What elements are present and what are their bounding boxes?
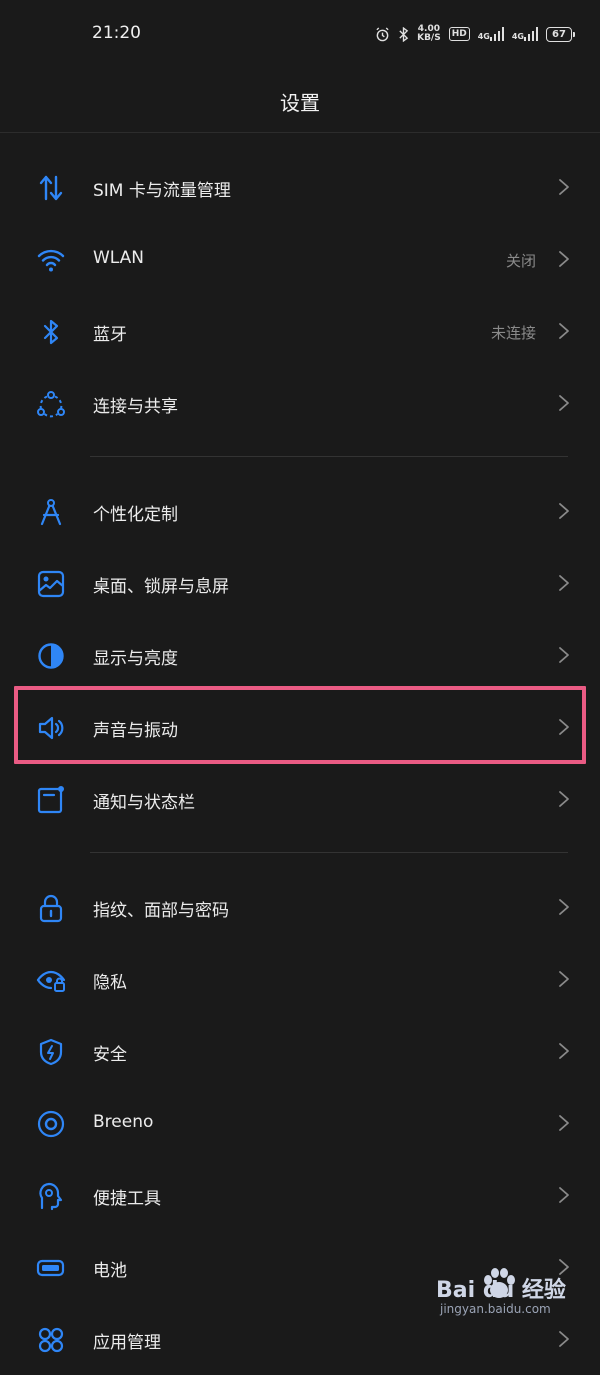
signal-1-icon bbox=[489, 27, 504, 41]
status-time: 21:20 bbox=[92, 23, 141, 43]
settings-row-label: 便捷工具 bbox=[93, 1189, 161, 1209]
signal-2: 4G bbox=[512, 27, 538, 41]
chevron-right-icon bbox=[558, 322, 570, 340]
chevron-right-icon bbox=[558, 250, 570, 268]
settings-row-value: 未连接 bbox=[490, 324, 536, 342]
settings-row-label: WLAN bbox=[93, 248, 145, 268]
status-bar: 21:20 4.00 KB/S HD 4G 4G 67 bbox=[0, 0, 600, 68]
settings-row[interactable]: WLAN 关闭 bbox=[0, 223, 600, 295]
settings-row-label: 安全 bbox=[93, 1045, 127, 1065]
connection-share-icon bbox=[36, 389, 66, 419]
signal-1-label: 4G bbox=[477, 32, 490, 41]
chevron-right-icon bbox=[558, 394, 570, 412]
settings-row[interactable]: 便捷工具 bbox=[0, 1159, 600, 1231]
compass-icon bbox=[36, 497, 66, 527]
status-icons: 4.00 KB/S HD 4G 4G 67 bbox=[375, 22, 575, 46]
settings-row-value: 关闭 bbox=[505, 252, 536, 270]
lock-icon bbox=[36, 893, 66, 923]
brightness-icon bbox=[36, 641, 66, 671]
settings-row[interactable]: 连接与共享 bbox=[0, 367, 600, 439]
apps-icon bbox=[36, 1325, 66, 1355]
settings-row-label: 显示与亮度 bbox=[93, 649, 178, 669]
network-speed-unit: KB/S bbox=[417, 33, 441, 43]
settings-row[interactable]: 蓝牙 未连接 bbox=[0, 295, 600, 367]
tools-icon bbox=[36, 1181, 66, 1211]
settings-row[interactable]: 桌面、锁屏与息屏 bbox=[0, 547, 600, 619]
divider bbox=[90, 852, 568, 853]
alarm-icon bbox=[375, 26, 390, 42]
signal-1: 4G bbox=[478, 27, 504, 41]
data-transfer-icon bbox=[36, 173, 66, 203]
network-speed: 4.00 KB/S bbox=[417, 25, 441, 43]
battery-icon bbox=[36, 1253, 66, 1283]
page-title: 设置 bbox=[280, 91, 320, 115]
settings-row[interactable]: 指纹、面部与密码 bbox=[0, 871, 600, 943]
settings-row[interactable]: 个性化定制 bbox=[0, 475, 600, 547]
settings-row-label: 应用管理 bbox=[93, 1333, 161, 1353]
chevron-right-icon bbox=[558, 178, 570, 196]
chevron-right-icon bbox=[558, 1330, 570, 1348]
chevron-right-icon bbox=[558, 898, 570, 916]
chevron-right-icon bbox=[558, 1042, 570, 1060]
chevron-right-icon bbox=[558, 790, 570, 808]
chevron-right-icon bbox=[558, 502, 570, 520]
settings-row[interactable]: 电池 bbox=[0, 1231, 600, 1303]
settings-row-label: 声音与振动 bbox=[93, 721, 178, 741]
divider bbox=[90, 456, 568, 457]
settings-row[interactable]: Breeno bbox=[0, 1087, 600, 1159]
settings-row-label: 连接与共享 bbox=[93, 397, 178, 417]
chevron-right-icon bbox=[558, 574, 570, 592]
settings-row[interactable]: SIM 卡与流量管理 bbox=[0, 151, 600, 223]
battery-status: 67 bbox=[546, 26, 575, 42]
signal-2-icon bbox=[524, 27, 538, 41]
settings-row[interactable]: 通知与状态栏 bbox=[0, 763, 600, 835]
wallpaper-icon bbox=[36, 569, 66, 599]
settings-row-label: 电池 bbox=[93, 1261, 127, 1281]
settings-row-label: 桌面、锁屏与息屏 bbox=[93, 577, 229, 597]
settings-row-label: Breeno bbox=[93, 1112, 154, 1132]
chevron-right-icon bbox=[558, 970, 570, 988]
settings-row[interactable]: 安全 bbox=[0, 1015, 600, 1087]
header: 设置 bbox=[0, 68, 600, 133]
hd-badge: HD bbox=[448, 27, 470, 41]
settings-row[interactable]: 声音与振动 bbox=[0, 691, 600, 763]
settings-row[interactable]: 显示与亮度 bbox=[0, 619, 600, 691]
settings-row-label: 个性化定制 bbox=[93, 505, 178, 525]
shield-icon bbox=[36, 1037, 66, 1067]
wifi-icon bbox=[36, 245, 66, 275]
bluetooth-status-icon bbox=[398, 26, 409, 42]
notification-icon bbox=[36, 785, 66, 815]
settings-row[interactable]: 隐私 bbox=[0, 943, 600, 1015]
bluetooth-icon bbox=[36, 317, 66, 347]
chevron-right-icon bbox=[558, 1114, 570, 1132]
speaker-icon bbox=[36, 713, 66, 743]
chevron-right-icon bbox=[558, 1258, 570, 1276]
settings-row-label: 隐私 bbox=[93, 973, 127, 993]
chevron-right-icon bbox=[558, 646, 570, 664]
privacy-eye-icon bbox=[36, 965, 66, 995]
settings-row-label: 蓝牙 bbox=[93, 325, 127, 345]
settings-row-label: SIM 卡与流量管理 bbox=[93, 181, 231, 201]
settings-row[interactable]: 应用管理 bbox=[0, 1303, 600, 1375]
settings-row-label: 通知与状态栏 bbox=[93, 793, 195, 813]
chevron-right-icon bbox=[558, 1186, 570, 1204]
signal-2-label: 4G bbox=[511, 32, 524, 41]
chevron-right-icon bbox=[558, 718, 570, 736]
breeno-icon bbox=[36, 1109, 66, 1139]
settings-row-label: 指纹、面部与密码 bbox=[93, 901, 229, 921]
